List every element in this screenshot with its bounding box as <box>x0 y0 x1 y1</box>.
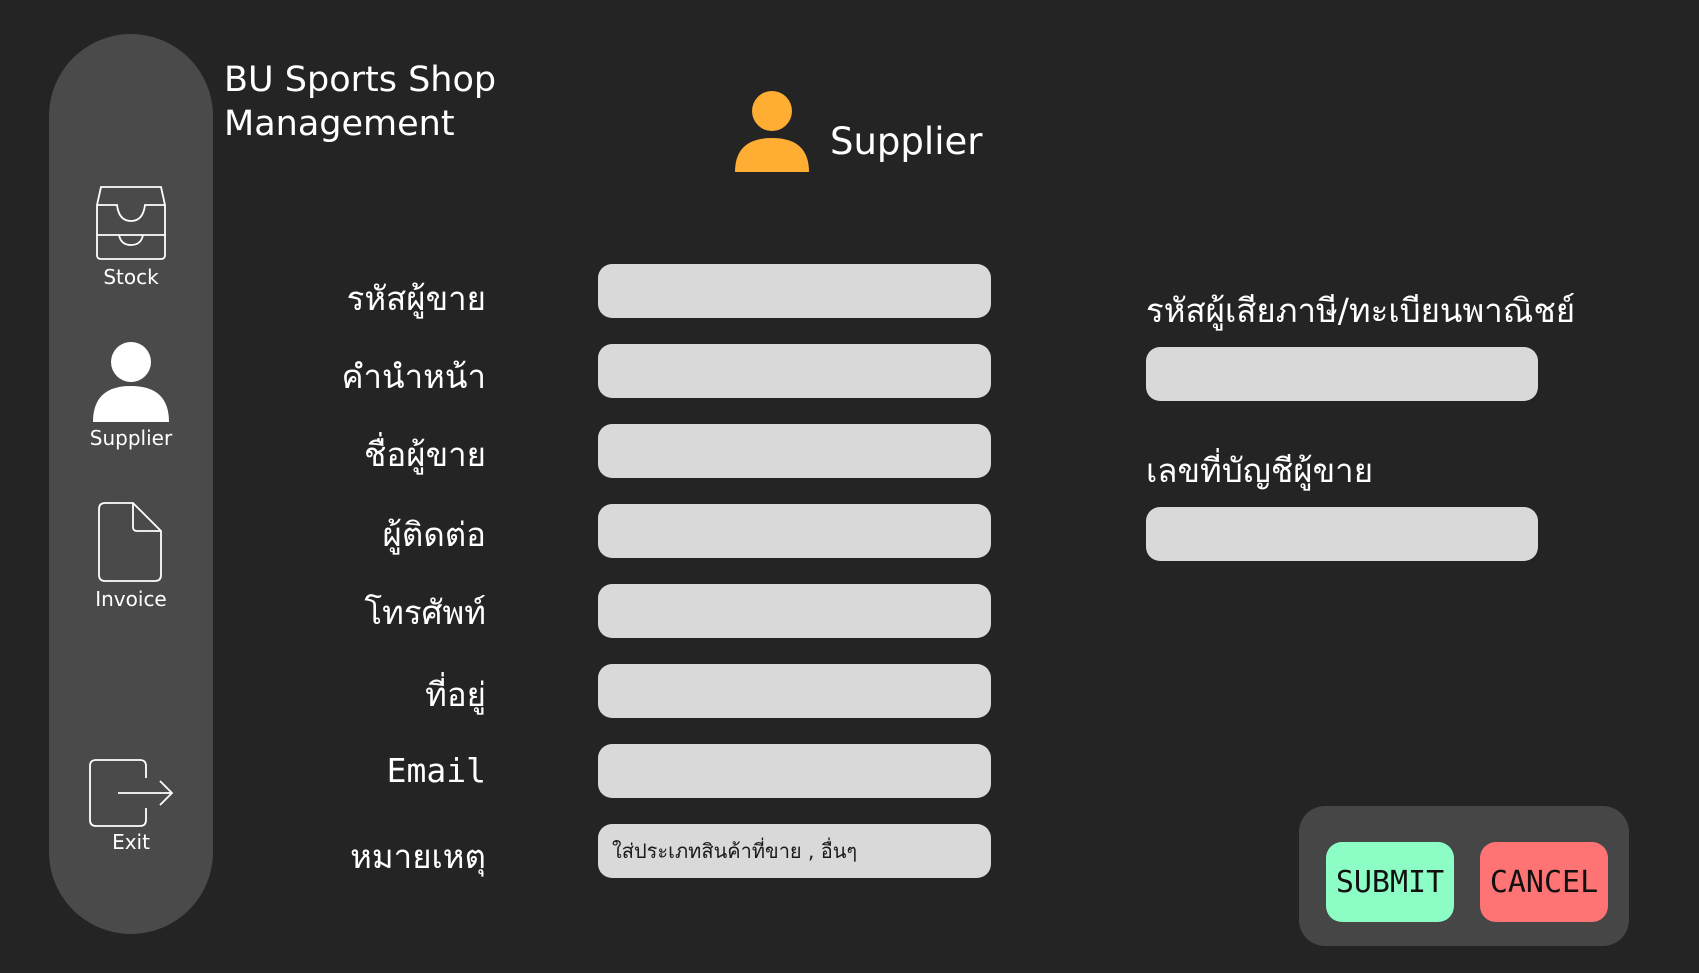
action-panel: SUBMIT CANCEL <box>1299 806 1629 946</box>
label-phone: โทรศัพท์ <box>364 593 486 632</box>
label-contact-person: ผู้ติดต่อ <box>382 515 486 554</box>
sidebar-item-label: Supplier <box>89 426 173 450</box>
exit-icon <box>89 759 174 827</box>
app-title-line1: BU Sports Shop <box>224 60 497 100</box>
address-input[interactable] <box>598 664 991 718</box>
cancel-button[interactable]: CANCEL <box>1480 842 1608 922</box>
phone-input[interactable] <box>598 584 991 638</box>
sidebar: Stock Supplier Invoice Exit <box>49 34 213 934</box>
label-supplier-code: รหัสผู้ขาย <box>346 279 486 318</box>
document-icon <box>98 502 162 582</box>
supplier-name-input[interactable] <box>598 424 991 478</box>
tax-id-input[interactable] <box>1146 347 1538 401</box>
sidebar-item-supplier[interactable]: Supplier <box>49 340 213 450</box>
page-title: Supplier <box>830 120 983 163</box>
submit-button[interactable]: SUBMIT <box>1326 842 1454 922</box>
person-icon <box>735 91 809 172</box>
name-prefix-input[interactable] <box>598 344 991 398</box>
app-root: Stock Supplier Invoice Exit BU Sports Sh… <box>0 0 1699 973</box>
sidebar-item-exit[interactable]: Exit <box>49 758 213 854</box>
person-icon <box>93 342 169 422</box>
sidebar-item-invoice[interactable]: Invoice <box>49 501 213 611</box>
label-remarks: หมายเหตุ <box>350 837 486 876</box>
remarks-input[interactable] <box>598 824 991 878</box>
sidebar-item-label: Exit <box>112 830 150 854</box>
contact-person-input[interactable] <box>598 504 991 558</box>
label-bank-account: เลขที่บัญชีผู้ขาย <box>1146 451 1374 490</box>
label-name-prefix: คำนำหน้า <box>341 357 486 396</box>
email-input[interactable] <box>598 744 991 798</box>
inbox-tray-icon <box>96 186 166 260</box>
supplier-code-input[interactable] <box>598 264 991 318</box>
sidebar-item-label: Invoice <box>95 587 167 611</box>
app-title: BU Sports Shop Management <box>224 58 524 146</box>
label-address: ที่อยู่ <box>425 675 486 714</box>
label-tax-id: รหัสผู้เสียภาษี/ทะเบียนพาณิชย์ <box>1146 291 1576 330</box>
bank-account-input[interactable] <box>1146 507 1538 561</box>
sidebar-item-stock[interactable]: Stock <box>49 183 213 289</box>
sidebar-item-label: Stock <box>103 265 159 289</box>
label-email: Email <box>386 751 486 790</box>
label-supplier-name: ชื่อผู้ขาย <box>364 435 486 474</box>
app-title-line2: Management <box>224 104 455 144</box>
